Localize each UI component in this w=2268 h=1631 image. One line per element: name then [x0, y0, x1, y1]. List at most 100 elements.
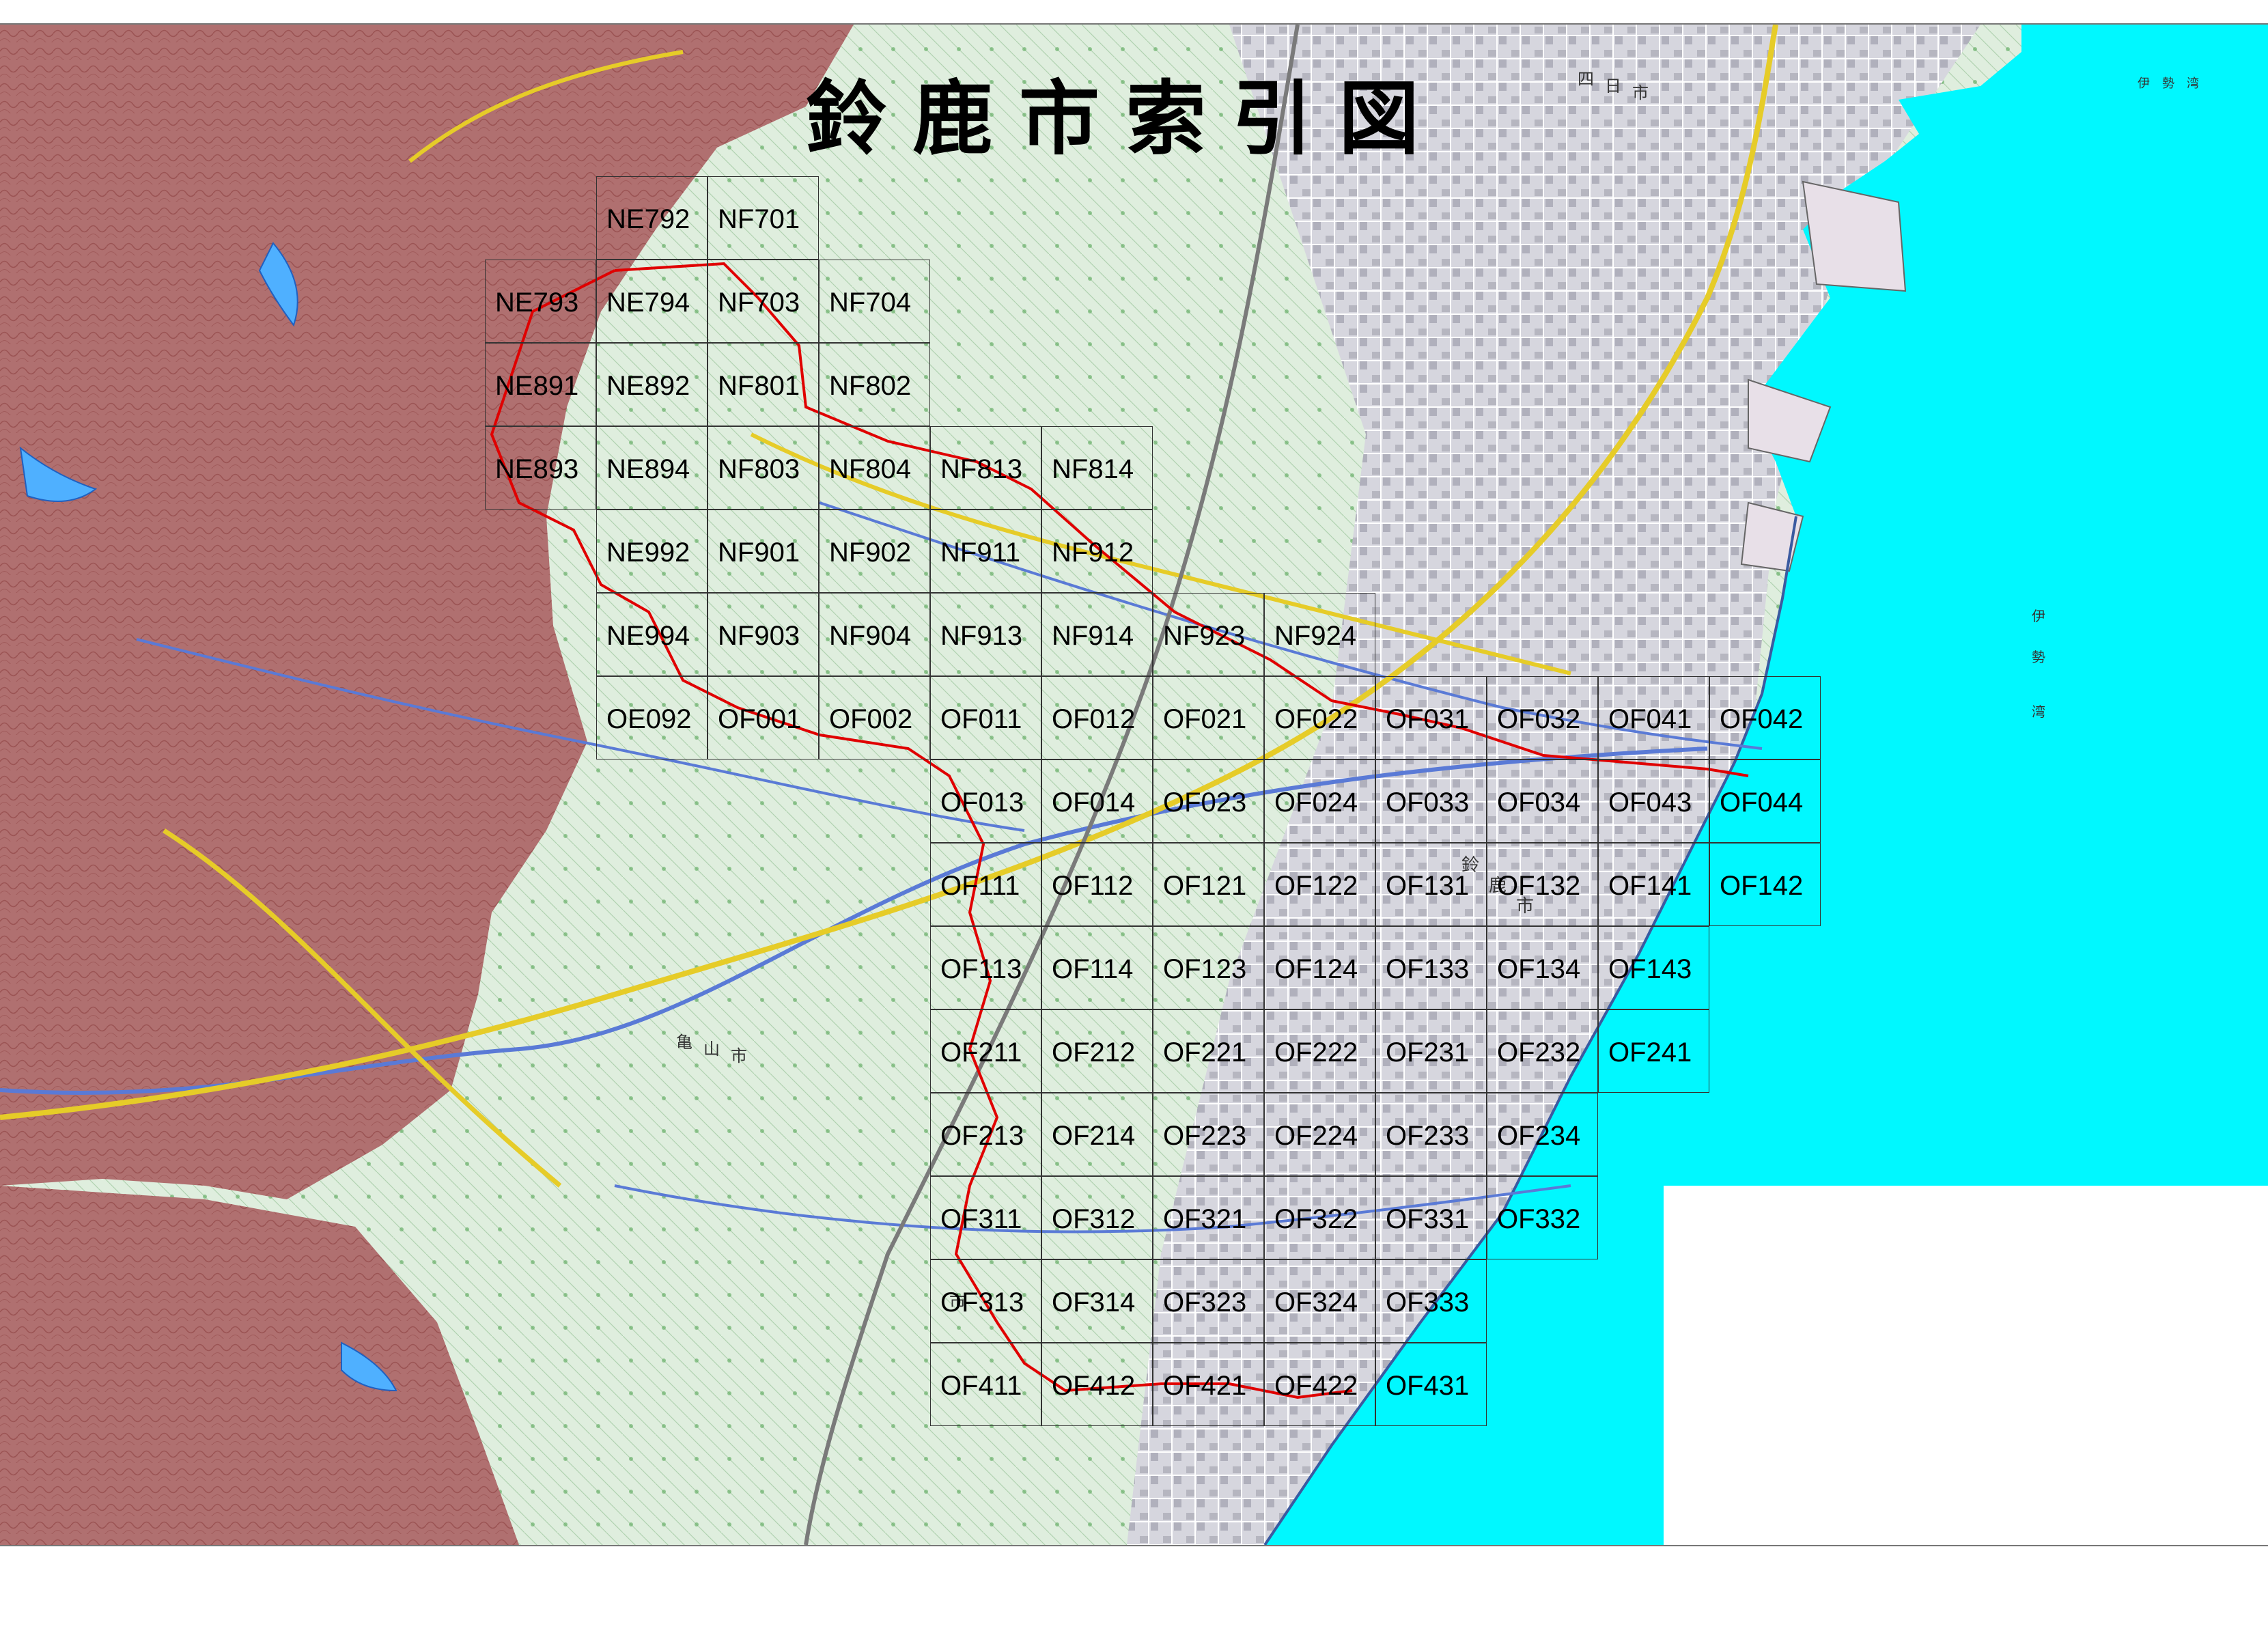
sheet-cell[interactable]: OF214: [1041, 1093, 1153, 1176]
sheet-cell[interactable]: OF234: [1487, 1093, 1598, 1176]
sheet-cell[interactable]: NF803: [708, 426, 819, 510]
sheet-cell[interactable]: NE891: [485, 343, 596, 426]
sheet-label: OF331: [1386, 1204, 1470, 1234]
sheet-cell[interactable]: NF703: [708, 260, 819, 343]
sheet-label: OF122: [1274, 871, 1358, 901]
sheet-cell[interactable]: OF213: [930, 1093, 1041, 1176]
sheet-cell[interactable]: NF904: [819, 593, 930, 676]
sheet-cell[interactable]: NF701: [708, 176, 819, 260]
sheet-cell[interactable]: OF114: [1041, 926, 1153, 1009]
sheet-cell[interactable]: OF124: [1264, 926, 1375, 1009]
sheet-cell[interactable]: OF142: [1709, 843, 1821, 926]
sheet-cell[interactable]: OF002: [819, 676, 930, 759]
sheet-cell[interactable]: OF232: [1487, 1009, 1598, 1093]
sheet-cell[interactable]: OF221: [1153, 1009, 1264, 1093]
sheet-cell[interactable]: NE992: [596, 510, 708, 593]
sheet-cell[interactable]: OF022: [1264, 676, 1375, 759]
sheet-cell[interactable]: OF112: [1041, 843, 1153, 926]
sheet-cell[interactable]: NF804: [819, 426, 930, 510]
sheet-cell[interactable]: OF043: [1598, 759, 1709, 843]
sheet-cell[interactable]: OF314: [1041, 1259, 1153, 1343]
sheet-cell[interactable]: OF333: [1375, 1259, 1487, 1343]
sheet-cell[interactable]: NE893: [485, 426, 596, 510]
sheet-cell[interactable]: NF913: [930, 593, 1041, 676]
sheet-cell[interactable]: NF923: [1153, 593, 1264, 676]
sheet-cell[interactable]: NF902: [819, 510, 930, 593]
sheet-label: OF133: [1386, 954, 1470, 984]
sheet-cell[interactable]: OF223: [1153, 1093, 1264, 1176]
sheet-cell[interactable]: OE092: [596, 676, 708, 759]
sheet-cell[interactable]: NE894: [596, 426, 708, 510]
sheet-cell[interactable]: OF322: [1264, 1176, 1375, 1259]
sheet-label: OF214: [1052, 1121, 1136, 1151]
sheet-cell[interactable]: OF042: [1709, 676, 1821, 759]
sheet-label: NF703: [718, 288, 800, 318]
sheet-cell[interactable]: OF032: [1487, 676, 1598, 759]
sheet-cell[interactable]: OF412: [1041, 1343, 1153, 1426]
sheet-cell[interactable]: OF312: [1041, 1176, 1153, 1259]
sheet-cell[interactable]: OF211: [930, 1009, 1041, 1093]
sheet-cell[interactable]: OF313: [930, 1259, 1041, 1343]
sheet-cell[interactable]: OF143: [1598, 926, 1709, 1009]
sheet-cell[interactable]: NF912: [1041, 510, 1153, 593]
place-label: 伊 勢 湾: [2138, 76, 2199, 91]
sheet-cell[interactable]: OF231: [1375, 1009, 1487, 1093]
sheet-cell[interactable]: OF233: [1375, 1093, 1487, 1176]
sheet-cell[interactable]: OF023: [1153, 759, 1264, 843]
sheet-cell[interactable]: OF131: [1375, 843, 1487, 926]
sheet-cell[interactable]: OF113: [930, 926, 1041, 1009]
sheet-cell[interactable]: OF134: [1487, 926, 1598, 1009]
sheet-cell[interactable]: NF704: [819, 260, 930, 343]
sheet-cell[interactable]: OF044: [1709, 759, 1821, 843]
sheet-cell[interactable]: OF224: [1264, 1093, 1375, 1176]
sheet-cell[interactable]: OF431: [1375, 1343, 1487, 1426]
sheet-cell[interactable]: OF111: [930, 843, 1041, 926]
sheet-cell[interactable]: NF924: [1264, 593, 1375, 676]
sheet-cell[interactable]: NF914: [1041, 593, 1153, 676]
sheet-cell[interactable]: NE794: [596, 260, 708, 343]
sheet-cell[interactable]: OF122: [1264, 843, 1375, 926]
sheet-cell[interactable]: OF324: [1264, 1259, 1375, 1343]
sheet-cell[interactable]: OF013: [930, 759, 1041, 843]
sheet-cell[interactable]: OF011: [930, 676, 1041, 759]
sheet-cell[interactable]: OF421: [1153, 1343, 1264, 1426]
sheet-cell[interactable]: OF222: [1264, 1009, 1375, 1093]
sheet-cell[interactable]: OF121: [1153, 843, 1264, 926]
sheet-cell[interactable]: OF141: [1598, 843, 1709, 926]
sheet-cell[interactable]: OF422: [1264, 1343, 1375, 1426]
sheet-cell[interactable]: NF911: [930, 510, 1041, 593]
sheet-cell[interactable]: OF332: [1487, 1176, 1598, 1259]
sheet-label: NF914: [1052, 621, 1134, 651]
sheet-cell[interactable]: NF813: [930, 426, 1041, 510]
sheet-cell[interactable]: OF031: [1375, 676, 1487, 759]
sheet-cell[interactable]: OF241: [1598, 1009, 1709, 1093]
sheet-cell[interactable]: NF802: [819, 343, 930, 426]
sheet-cell[interactable]: OF132: [1487, 843, 1598, 926]
sheet-cell[interactable]: NE994: [596, 593, 708, 676]
sheet-cell[interactable]: OF034: [1487, 759, 1598, 843]
sheet-cell[interactable]: NF901: [708, 510, 819, 593]
sheet-label: OF234: [1497, 1121, 1581, 1151]
sheet-cell[interactable]: OF012: [1041, 676, 1153, 759]
sheet-cell[interactable]: OF041: [1598, 676, 1709, 759]
sheet-cell[interactable]: OF024: [1264, 759, 1375, 843]
sheet-cell[interactable]: NE792: [596, 176, 708, 260]
sheet-cell[interactable]: OF021: [1153, 676, 1264, 759]
sheet-label: NE893: [495, 454, 579, 484]
sheet-cell[interactable]: OF014: [1041, 759, 1153, 843]
sheet-cell[interactable]: OF212: [1041, 1009, 1153, 1093]
sheet-cell[interactable]: OF133: [1375, 926, 1487, 1009]
sheet-cell[interactable]: OF123: [1153, 926, 1264, 1009]
sheet-cell[interactable]: OF323: [1153, 1259, 1264, 1343]
sheet-cell[interactable]: NF814: [1041, 426, 1153, 510]
sheet-cell[interactable]: NE793: [485, 260, 596, 343]
sheet-cell[interactable]: OF033: [1375, 759, 1487, 843]
sheet-cell[interactable]: OF321: [1153, 1176, 1264, 1259]
sheet-cell[interactable]: NF903: [708, 593, 819, 676]
sheet-cell[interactable]: OF411: [930, 1343, 1041, 1426]
sheet-cell[interactable]: OF331: [1375, 1176, 1487, 1259]
sheet-cell[interactable]: NE892: [596, 343, 708, 426]
sheet-cell[interactable]: OF311: [930, 1176, 1041, 1259]
sheet-cell[interactable]: OF001: [708, 676, 819, 759]
sheet-cell[interactable]: NF801: [708, 343, 819, 426]
